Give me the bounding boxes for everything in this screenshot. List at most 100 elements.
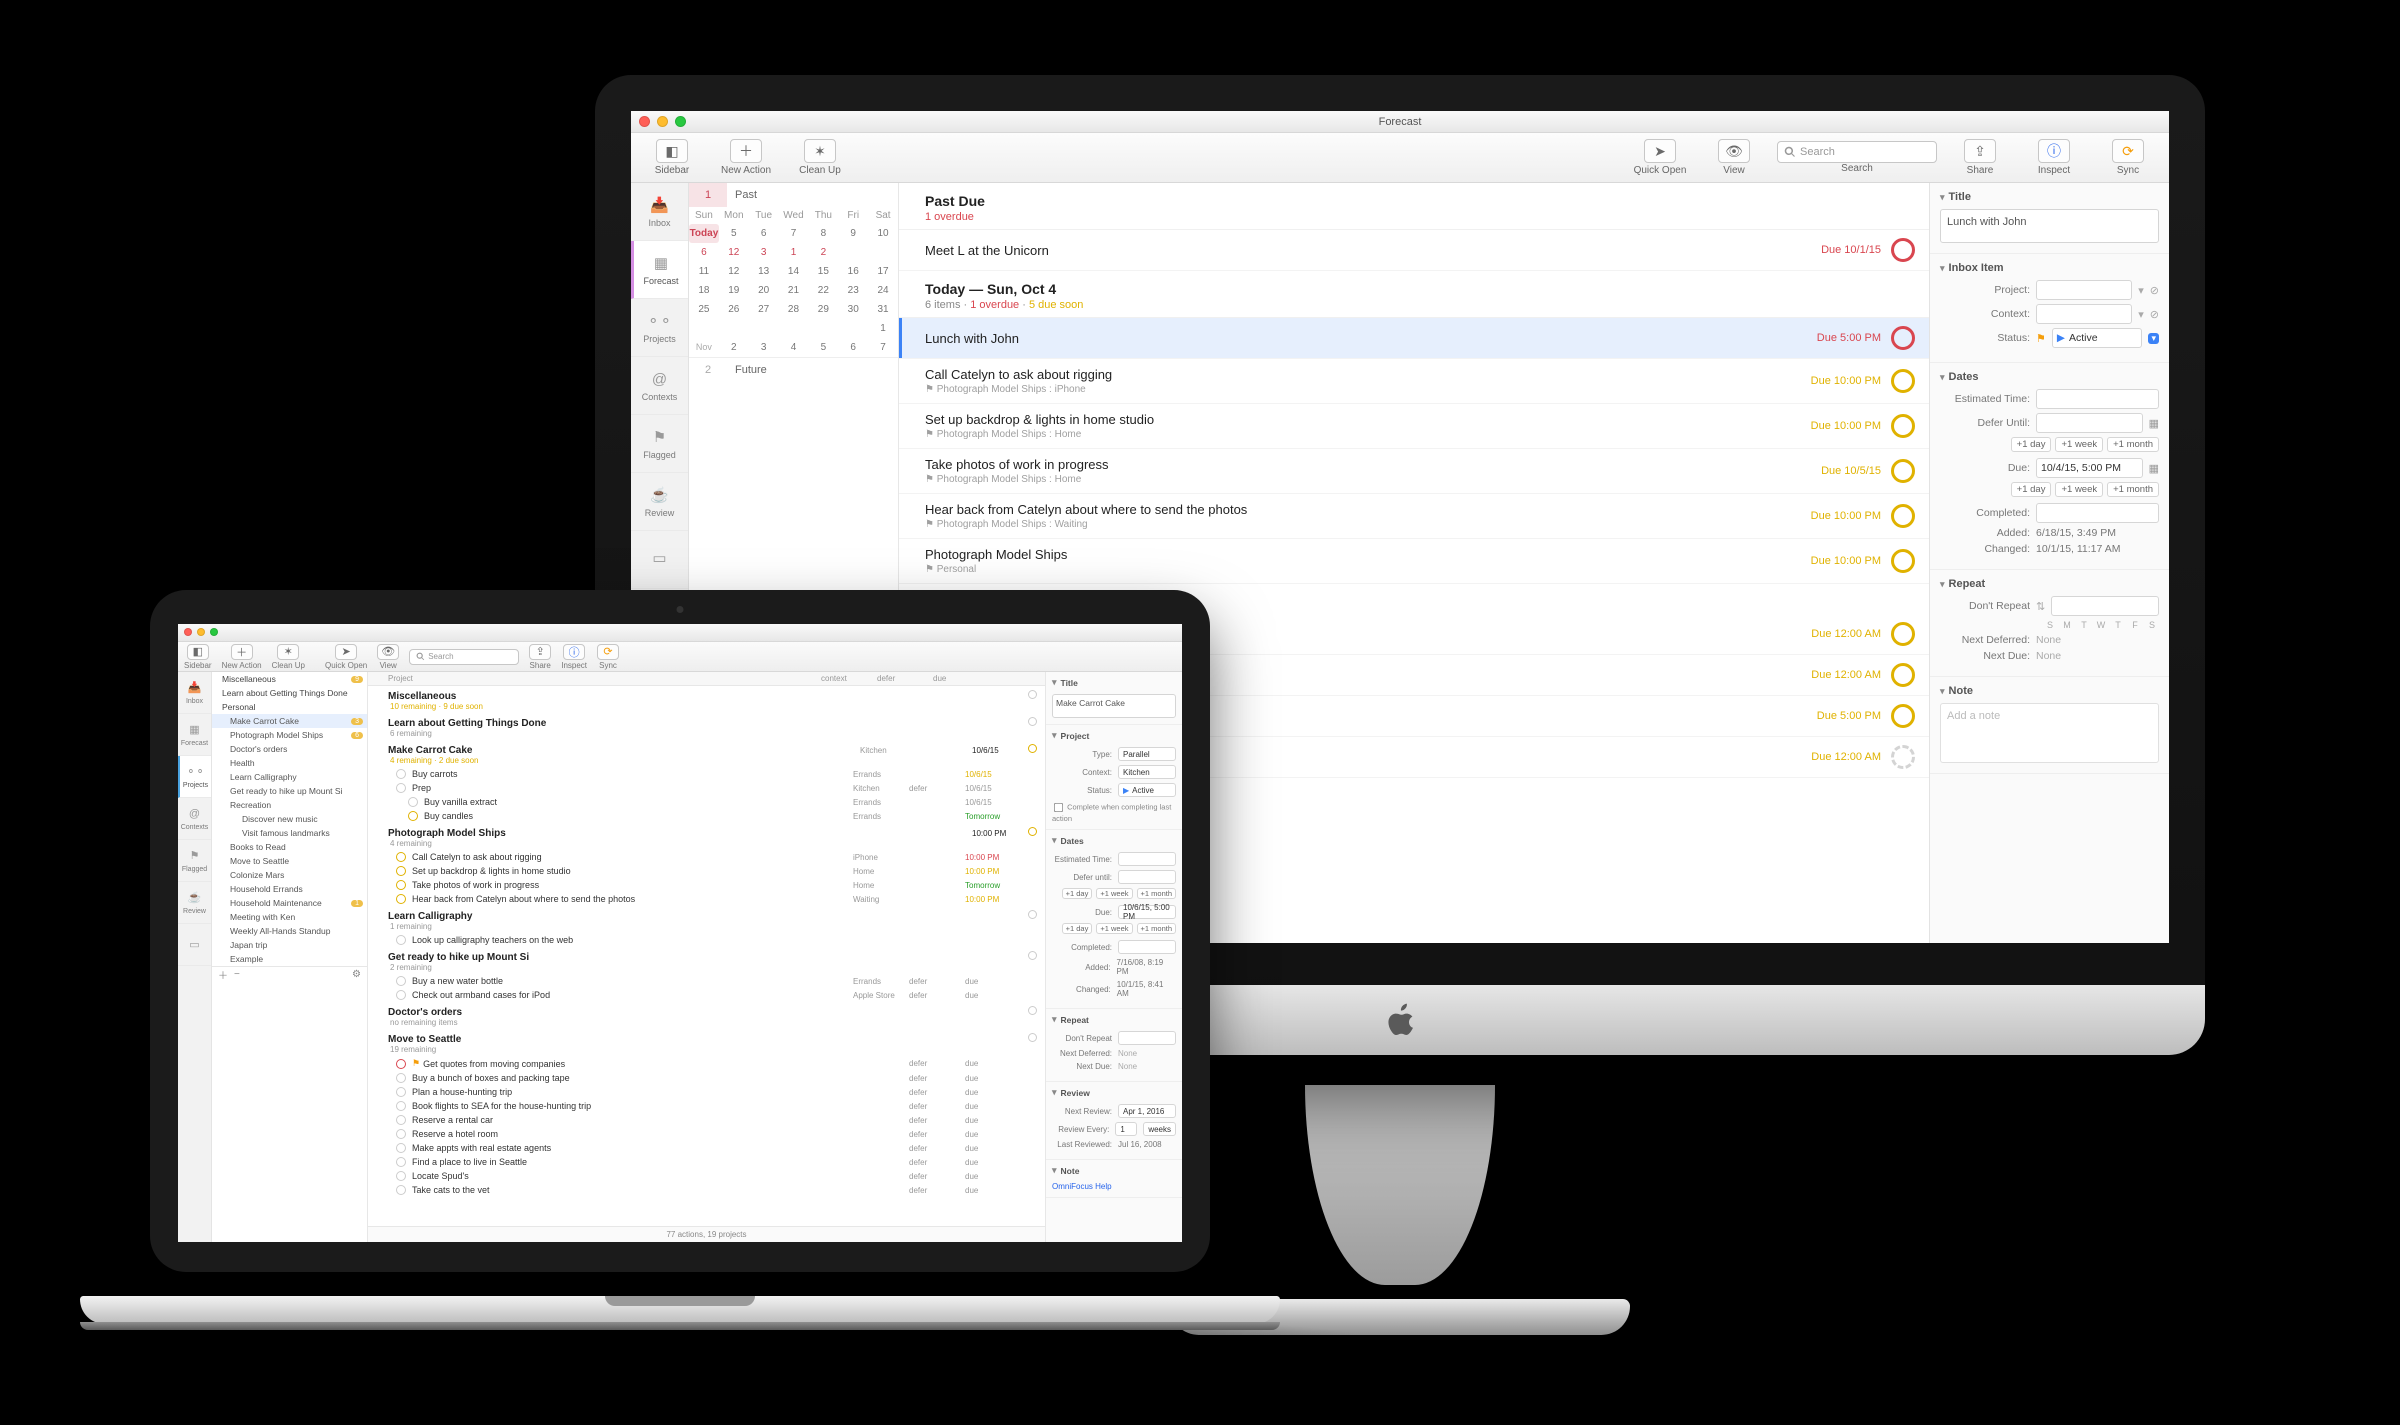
calendar-icon[interactable]: ▦ [2149, 462, 2159, 475]
status-circle[interactable] [408, 811, 418, 821]
perspective-contexts[interactable]: @Contexts [178, 798, 211, 840]
cal-day[interactable]: 10 [868, 224, 898, 243]
cal-day[interactable]: 22 [808, 281, 838, 300]
project-header[interactable]: Get ready to hike up Mount Si2 remaining [368, 947, 1045, 974]
due-field[interactable]: 10/6/15, 5:00 PM [1118, 905, 1176, 919]
project-header[interactable]: Move to Seattle19 remaining [368, 1029, 1045, 1056]
insp-repeat-header[interactable]: Repeat [1940, 578, 2159, 590]
date-chip[interactable]: +1 week [1096, 923, 1132, 934]
status-circle[interactable] [396, 1059, 406, 1069]
cal-day[interactable]: 21 [779, 281, 809, 300]
cal-day[interactable] [838, 319, 868, 338]
date-chip[interactable]: +1 month [1137, 923, 1176, 934]
date-chip[interactable]: +1 day [1062, 923, 1093, 934]
next-review-field[interactable]: Apr 1, 2016 [1118, 1104, 1176, 1118]
new-action-button[interactable]: ＋New Action [715, 139, 777, 176]
status-circle[interactable] [396, 1185, 406, 1195]
cal-day[interactable]: 26 [719, 300, 749, 319]
cal-day[interactable]: 11 [689, 262, 719, 281]
sidebar-item[interactable]: Meeting with Ken [212, 910, 367, 924]
cal-day[interactable]: 3 [749, 243, 779, 262]
calendar-icon[interactable]: ▦ [2149, 417, 2159, 430]
status-circle[interactable] [1891, 414, 1915, 438]
sidebar-item[interactable]: Books to Read [212, 840, 367, 854]
cal-day[interactable]: 3 [749, 338, 779, 357]
outline-row[interactable]: Locate Spud'sdeferdue [368, 1169, 1045, 1183]
status-circle[interactable] [396, 1087, 406, 1097]
zoom-icon[interactable] [210, 628, 218, 636]
gear-icon[interactable]: ⚙ [352, 969, 361, 980]
status-circle[interactable] [1891, 369, 1915, 393]
review-every-unit[interactable]: weeks [1143, 1122, 1176, 1136]
est-time-field[interactable] [2036, 389, 2159, 409]
cal-day[interactable]: 1 [779, 243, 809, 262]
view-button[interactable]: 👁View [377, 644, 399, 670]
outline-row[interactable]: Hear back from Catelyn about where to se… [368, 892, 1045, 906]
sidebar-item[interactable]: Weekly All-Hands Standup [212, 924, 367, 938]
cal-days[interactable]: Today56789106123121112131415161718192021… [689, 224, 898, 357]
project-field[interactable] [2036, 280, 2132, 300]
cal-day[interactable]: 23 [838, 281, 868, 300]
cal-day[interactable] [749, 319, 779, 338]
project-header[interactable]: Learn about Getting Things Done6 remaini… [368, 713, 1045, 740]
insp-review-header[interactable]: Review [1052, 1087, 1176, 1098]
completed-field[interactable] [2036, 503, 2159, 523]
status-field[interactable]: ▶Active [1118, 783, 1176, 797]
status-circle[interactable] [1891, 326, 1915, 350]
cal-day[interactable]: 27 [749, 300, 779, 319]
cal-future[interactable]: 2Future [689, 357, 898, 382]
new-action-button[interactable]: ＋New Action [222, 644, 262, 670]
perspective-forecast[interactable]: ▦Forecast [178, 714, 211, 756]
sidebar-item[interactable]: Visit famous landmarks [212, 826, 367, 840]
status-circle[interactable] [396, 894, 406, 904]
sidebar-item[interactable]: Doctor's orders [212, 742, 367, 756]
sidebar-item[interactable]: Personal [212, 700, 367, 714]
outline-row[interactable]: Buy carrotsErrands10/6/15 [368, 767, 1045, 781]
status-circle[interactable] [396, 990, 406, 1000]
outline-row[interactable]: Set up backdrop & lights in home studioH… [368, 864, 1045, 878]
cal-day[interactable]: 29 [808, 300, 838, 319]
outline-row[interactable]: Buy a new water bottleErrandsdeferdue [368, 974, 1045, 988]
sidebar-item[interactable]: Health [212, 756, 367, 770]
status-circle[interactable] [1891, 238, 1915, 262]
cal-day[interactable]: 17 [868, 262, 898, 281]
task-row[interactable]: Set up backdrop & lights in home studio⚑… [899, 404, 1929, 449]
outline-row[interactable]: Look up calligraphy teachers on the web [368, 933, 1045, 947]
outline-row[interactable]: Find a place to live in Seattledeferdue [368, 1155, 1045, 1169]
date-chip[interactable]: +1 day [1062, 888, 1093, 899]
status-circle[interactable] [396, 935, 406, 945]
status-circle[interactable] [396, 1143, 406, 1153]
cal-day[interactable]: 4 [779, 338, 809, 357]
inspect-button[interactable]: ⓘInspect [2023, 139, 2085, 176]
outline-row[interactable]: Book flights to SEA for the house-huntin… [368, 1099, 1045, 1113]
close-icon[interactable] [639, 116, 650, 127]
sidebar-item[interactable]: Make Carrot Cake3 [212, 714, 367, 728]
cal-day[interactable]: 7 [868, 338, 898, 357]
date-chip[interactable]: +1 month [1137, 888, 1176, 899]
cal-day[interactable]: 28 [779, 300, 809, 319]
perspective-projects[interactable]: ⚬⚬Projects [631, 299, 688, 357]
flag-icon[interactable]: ⚑ [2036, 332, 2046, 345]
outline-row[interactable]: Take cats to the vetdeferdue [368, 1183, 1045, 1197]
status-circle[interactable] [396, 1073, 406, 1083]
cal-day[interactable]: 8 [808, 224, 838, 243]
type-field[interactable]: Parallel [1118, 747, 1176, 761]
task-row[interactable]: Call Catelyn to ask about rigging⚑ Photo… [899, 359, 1929, 404]
status-circle[interactable] [1891, 504, 1915, 528]
perspective-flagged[interactable]: ⚑Flagged [178, 840, 211, 882]
cal-day[interactable]: 2 [719, 338, 749, 357]
outline-row[interactable]: Buy vanilla extractErrands10/6/15 [368, 795, 1045, 809]
project-header[interactable]: Make Carrot Cake4 remaining · 2 due soon… [368, 740, 1045, 767]
date-chip[interactable]: +1 month [2107, 437, 2159, 452]
project-header[interactable]: Learn Calligraphy1 remaining [368, 906, 1045, 933]
perspective-flagged[interactable]: ⚑Flagged [631, 415, 688, 473]
defer-field[interactable] [1118, 870, 1176, 884]
cal-day[interactable]: 13 [749, 262, 779, 281]
task-row[interactable]: Meet L at the UnicornDue 10/1/15 [899, 230, 1929, 271]
outline-row[interactable]: Check out armband cases for iPodApple St… [368, 988, 1045, 1002]
perspective-contexts[interactable]: @Contexts [631, 357, 688, 415]
perspective-review[interactable]: ☕Review [631, 473, 688, 531]
sidebar-item[interactable]: Move to Seattle [212, 854, 367, 868]
sidebar-item[interactable]: Recreation [212, 798, 367, 812]
cal-day[interactable] [808, 319, 838, 338]
